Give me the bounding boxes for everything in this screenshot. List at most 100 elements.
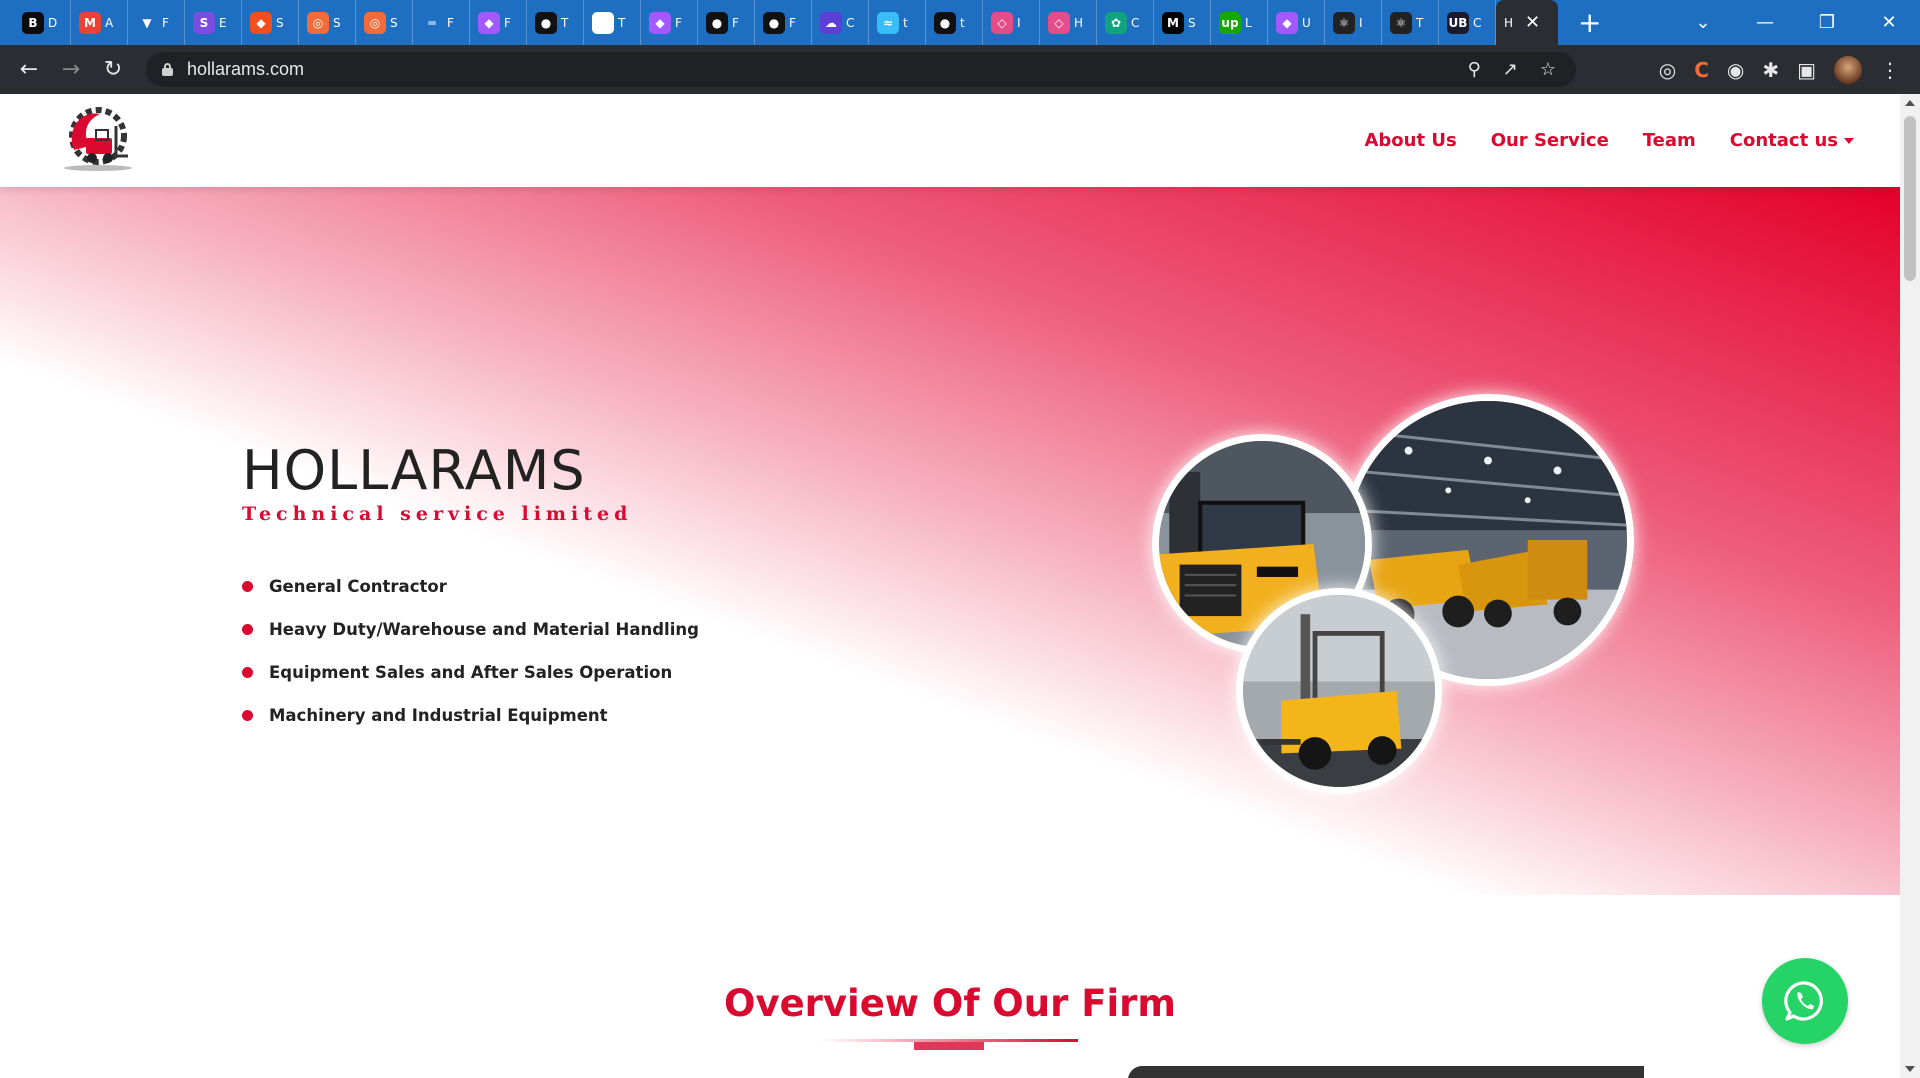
list-item-text: General Contractor [269,577,447,596]
puzzle-extensions-icon[interactable]: ✱ [1762,58,1779,82]
new-tab-button[interactable]: + [1578,8,1601,37]
browser-tab[interactable]: ≈ t [869,0,926,45]
tab-favicon-icon: ◇ [1048,11,1070,34]
reload-button[interactable]: ↻ [92,57,134,82]
tab-favicon-icon: ═ [421,11,443,34]
browser-tab[interactable]: ● F [698,0,755,45]
tab-favicon-icon: ⚛ [1390,11,1412,34]
browser-tab[interactable]: BD [14,0,71,45]
profile-avatar[interactable] [1834,55,1862,84]
browser-tab[interactable]: ▼ F [128,0,185,45]
whatsapp-chat-button[interactable] [1762,958,1848,1044]
services-list: General Contractor Heavy Duty/Warehouse … [242,565,699,737]
tab-title: S [333,15,341,30]
browser-tab[interactable]: MS [1154,0,1211,45]
browser-toolbar: ← → ↻ hollarams.com ⚲ ↗ ☆ ◎ C ◉ ✱ ▣ ⋮ [0,45,1920,94]
zoom-icon[interactable]: ⚲ [1468,59,1481,80]
browser-tab[interactable]: ◇ I [983,0,1040,45]
browser-tab[interactable]: ● F [755,0,812,45]
browser-tab[interactable]: ◉ T [584,0,641,45]
nav-contact-label: Contact us [1729,130,1838,151]
back-button[interactable]: ← [8,57,50,82]
browser-tab[interactable]: ⚛ T [1382,0,1439,45]
browser-tab[interactable]: ◆ F [641,0,698,45]
bookmark-star-icon[interactable]: ☆ [1540,59,1556,80]
browser-tab[interactable]: up L [1211,0,1268,45]
tab-title: I [1017,15,1021,30]
overview-heading: Overview Of Our Firm [724,982,1176,1025]
nav-our-service[interactable]: Our Service [1491,130,1609,151]
tab-favicon-icon: ● [763,11,785,34]
share-icon[interactable]: ↗ [1503,59,1518,80]
tab-title: C [1473,15,1482,30]
scrollbar-thumb[interactable] [1904,116,1916,281]
browser-tab[interactable]: ◎ S [299,0,356,45]
bullet-dot-icon [242,667,253,678]
browser-tab[interactable]: ═ F [413,0,470,45]
tab-favicon-icon: ◆ [250,11,272,34]
camera-extension-icon[interactable]: ◉ [1727,58,1744,82]
tab-title: D [48,15,58,30]
browser-tab[interactable]: MA [71,0,128,45]
tab-title: S [276,15,284,30]
menu-kebab-icon[interactable]: ⋮ [1880,58,1900,82]
browser-tab[interactable]: ◇ H [1040,0,1097,45]
browser-tab-active[interactable]: H ✕ [1496,0,1558,45]
url-text: hollarams.com [187,59,305,79]
tab-search-icon[interactable]: ⌄ [1672,12,1734,33]
tab-title: F [504,15,511,30]
browser-tab[interactable]: ◆ F [470,0,527,45]
tab-title: T [561,15,569,30]
bullet-dot-icon [242,710,253,721]
tab-favicon-icon: ◎ [307,11,329,34]
tab-list: B D M A ▼ F S E ◆ S ◎ S ◎ S ═ F ◆ F ● T ◉ T ◆ F ● F ● F ☁ C ≈ t ● t ◇ I ◇ H ✿ C… [0,0,1558,45]
list-item: Machinery and Industrial Equipment [242,694,699,737]
site-navbar: About Us Our Service Team Contact us [0,94,1900,187]
close-window-button[interactable]: ✕ [1858,12,1920,33]
browser-tab[interactable]: ● T [527,0,584,45]
nav-team[interactable]: Team [1643,130,1696,151]
tab-favicon-icon: B [22,11,44,34]
nav-contact-us-dropdown[interactable]: Contact us [1730,130,1854,151]
tab-title: S [390,15,398,30]
nav-about-us[interactable]: About Us [1364,130,1456,151]
scroll-down-arrow-icon[interactable] [1905,1066,1915,1072]
tab-favicon-icon: ☁ [820,11,842,34]
browser-tabstrip: B D M A ▼ F S E ◆ S ◎ S ◎ S ═ F ◆ F ● T ◉ T ◆ F ● F ● F ☁ C ≈ t ● t ◇ I ◇ H ✿ C… [0,0,1920,45]
tab-favicon-icon: ● [706,11,728,34]
browser-tab[interactable]: ✿ C [1097,0,1154,45]
address-bar[interactable]: hollarams.com ⚲ ↗ ☆ [146,52,1576,87]
tab-favicon-icon: ◆ [478,11,500,34]
tab-favicon-icon: ≈ [877,11,899,34]
browser-tab[interactable]: ◆ S [242,0,299,45]
tab-title: T [618,15,626,30]
browser-tab[interactable]: UB C [1439,0,1496,45]
tab-title: A [105,15,114,30]
c-extension-icon[interactable]: C [1694,58,1709,82]
tab-title: F [675,15,682,30]
tab-title: H [1074,15,1084,30]
page-scrollbar[interactable] [1900,94,1920,1078]
browser-tab[interactable]: ◎ S [356,0,413,45]
scroll-up-arrow-icon[interactable] [1905,100,1915,106]
hero-subtitle: Technical service limited [242,503,633,525]
tab-favicon-icon: UB [1447,11,1469,34]
tab-favicon-icon: ▼ [136,11,158,34]
minimize-button[interactable]: — [1734,12,1796,33]
restore-button[interactable]: ❐ [1796,12,1858,33]
browser-tab[interactable]: ● t [926,0,983,45]
forward-button[interactable]: → [50,57,92,82]
forklift-gear-logo[interactable] [56,106,140,174]
target-extension-icon[interactable]: ◎ [1659,58,1676,82]
list-item-text: Heavy Duty/Warehouse and Material Handli… [269,620,699,639]
lock-icon[interactable] [162,63,173,76]
browser-tab[interactable]: ◆ U [1268,0,1325,45]
browser-tab[interactable]: ⚛ I [1325,0,1382,45]
browser-tab[interactable]: ☁ C [812,0,869,45]
tab-favicon-icon: ◉ [592,11,614,34]
list-item: Equipment Sales and After Sales Operatio… [242,651,699,694]
tab-title: t [903,15,908,30]
side-panel-icon[interactable]: ▣ [1797,58,1816,82]
browser-tab[interactable]: SE [185,0,242,45]
close-tab-icon[interactable]: ✕ [1525,12,1540,33]
